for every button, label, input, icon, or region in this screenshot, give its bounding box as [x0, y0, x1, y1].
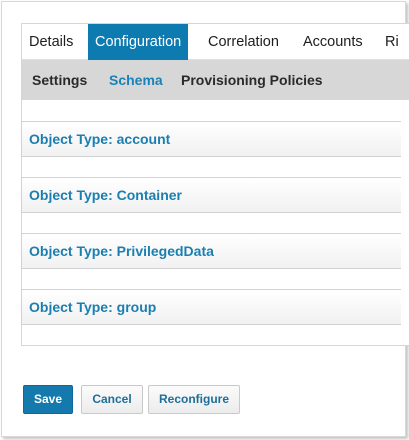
cancel-button[interactable]: Cancel	[81, 385, 143, 414]
object-type-group-header[interactable]: Object Type: group	[21, 289, 401, 325]
subtab-provisioning-policies[interactable]: Provisioning Policies	[181, 60, 323, 100]
object-type-container-header[interactable]: Object Type: Container	[21, 177, 401, 213]
object-type-account-header[interactable]: Object Type: account	[21, 121, 401, 157]
object-type-privileged-data-header[interactable]: Object Type: PrivilegedData	[21, 233, 401, 269]
subtab-settings[interactable]: Settings	[32, 60, 87, 100]
tab-ri[interactable]: Ri	[378, 24, 406, 60]
tab-details[interactable]: Details	[22, 24, 80, 60]
tab-configuration[interactable]: Configuration	[88, 24, 189, 60]
reconfigure-button[interactable]: Reconfigure	[148, 385, 240, 414]
sub-tab-bar: Settings Schema Provisioning Policies	[22, 60, 409, 100]
tab-accounts[interactable]: Accounts	[296, 24, 370, 60]
save-button[interactable]: Save	[23, 385, 73, 414]
tab-correlation[interactable]: Correlation	[201, 24, 286, 60]
main-tab-bar: Details Configuration Correlation Accoun…	[22, 24, 409, 60]
subtab-schema[interactable]: Schema	[109, 60, 163, 100]
